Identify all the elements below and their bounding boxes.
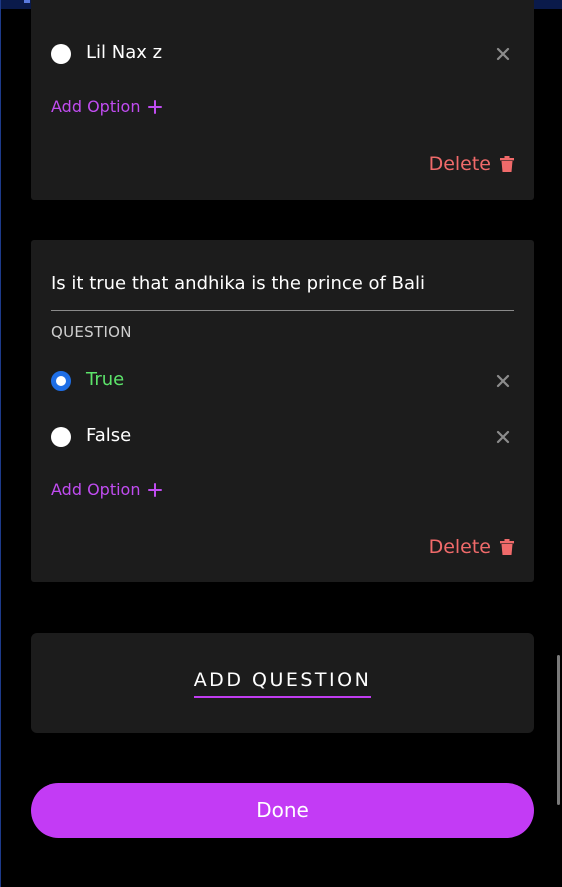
add-question-button[interactable]: ADD QUESTION: [31, 669, 534, 698]
add-question-label: ADD QUESTION: [193, 669, 372, 698]
delete-label: Delete: [428, 536, 491, 558]
window-edge: [0, 0, 1, 887]
question-card: Lil Nax z Add Option Delete: [31, 0, 534, 200]
plus-icon: [148, 482, 163, 497]
delete-question-button[interactable]: Delete: [429, 536, 514, 558]
add-option-label: Add Option: [51, 480, 141, 499]
option-label[interactable]: True: [86, 369, 124, 390]
add-option-label: Add Option: [51, 97, 141, 116]
add-question-card: ADD QUESTION: [31, 633, 534, 733]
question-input[interactable]: Is it true that andhika is the prince of…: [51, 273, 514, 294]
scrollbar[interactable]: [557, 655, 560, 805]
add-option-button[interactable]: Add Option: [51, 480, 163, 499]
plus-icon: [148, 99, 163, 114]
option-row: Lil Nax z: [51, 39, 514, 69]
done-button[interactable]: Done: [31, 783, 534, 838]
trash-icon: [500, 156, 514, 172]
option-row: False: [51, 422, 514, 452]
question-input-underline: [51, 310, 514, 311]
delete-label: Delete: [428, 153, 491, 175]
option-radio[interactable]: [51, 44, 71, 64]
trash-icon: [500, 539, 514, 555]
option-label[interactable]: Lil Nax z: [86, 42, 162, 63]
option-radio-selected[interactable]: [51, 371, 71, 391]
delete-question-button[interactable]: Delete: [429, 153, 514, 175]
question-card: Is it true that andhika is the prince of…: [31, 240, 534, 582]
add-option-button[interactable]: Add Option: [51, 97, 163, 116]
question-caption: QUESTION: [51, 323, 132, 341]
close-icon[interactable]: [492, 370, 514, 392]
option-row: True: [51, 366, 514, 396]
close-icon[interactable]: [492, 43, 514, 65]
close-icon[interactable]: [492, 426, 514, 448]
option-radio[interactable]: [51, 427, 71, 447]
option-label[interactable]: False: [86, 425, 131, 446]
top-bar-fragment: [24, 0, 30, 3]
